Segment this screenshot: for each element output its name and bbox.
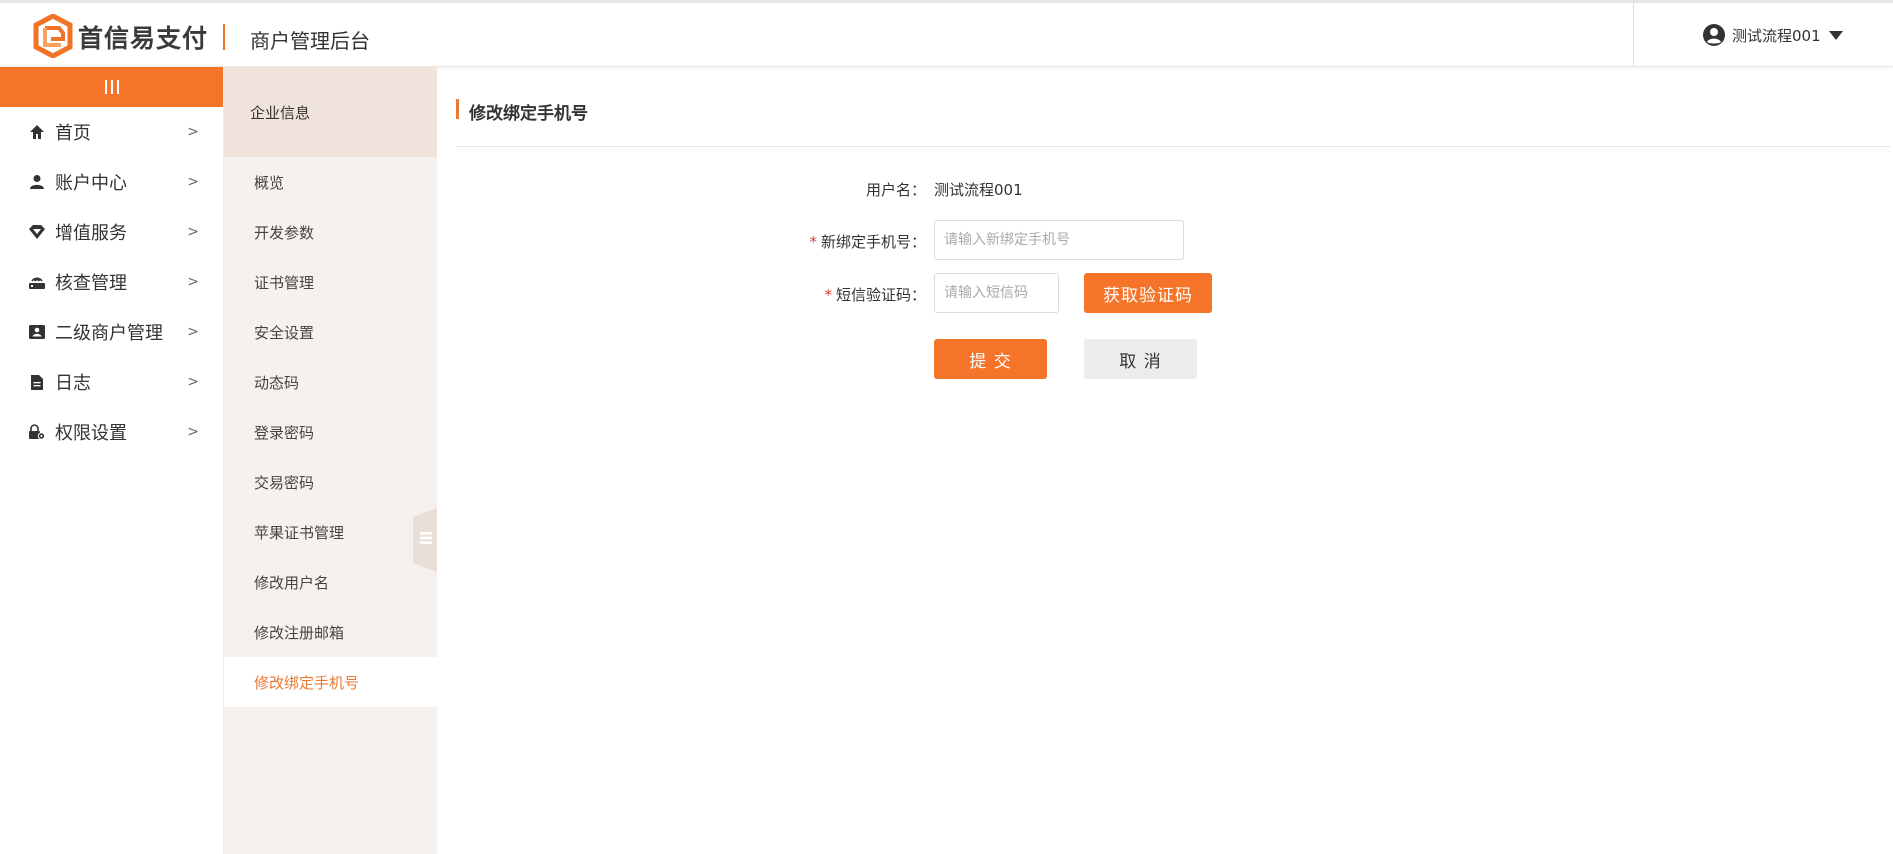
subnav-item-overview[interactable]: 概览 xyxy=(224,157,437,207)
router-icon xyxy=(28,273,46,291)
subnav-item-login-password[interactable]: 登录密码 xyxy=(224,407,437,457)
chevron-right-icon: > xyxy=(187,374,199,390)
brand-name: 首信易支付 xyxy=(78,24,209,53)
chevron-right-icon: > xyxy=(187,224,199,240)
submit-button[interactable]: 提 交 xyxy=(934,339,1047,379)
page-title: 修改绑定手机号 xyxy=(469,104,588,124)
sidebar-item-sub-merchant[interactable]: 二级商户管理 > xyxy=(0,307,223,357)
sidebar-item-label: 核查管理 xyxy=(55,273,127,294)
sidebar-item-label: 日志 xyxy=(55,373,91,394)
phone-label-text: 新绑定手机号： xyxy=(820,233,926,251)
brand-logo-icon xyxy=(33,14,73,58)
chevron-right-icon: > xyxy=(187,274,199,290)
diamond-icon xyxy=(28,223,46,241)
sidebar-item-label: 权限设置 xyxy=(55,423,127,444)
phone-label: * 新绑定手机号： xyxy=(780,231,926,252)
chevron-down-icon xyxy=(1828,30,1843,40)
subnav-item-apple-certificates[interactable]: 苹果证书管理 xyxy=(224,507,437,557)
sidebar-item-verification[interactable]: 核查管理 > xyxy=(0,257,223,307)
chevron-right-icon: > xyxy=(187,424,199,440)
header-divider xyxy=(1633,3,1634,67)
username-value: 测试流程001 xyxy=(934,181,1023,199)
subnav-item-trade-password[interactable]: 交易密码 xyxy=(224,457,437,507)
main-sidebar: 首页 > 账户中心 > 增值服务 > 核查管理 > 二级商户管理 > 日志 > xyxy=(0,67,224,854)
user-name: 测试流程001 xyxy=(1732,26,1821,45)
subnav-item-dynamic-code[interactable]: 动态码 xyxy=(224,357,437,407)
sidebar-item-account[interactable]: 账户中心 > xyxy=(0,157,223,207)
sidebar-item-logs[interactable]: 日志 > xyxy=(0,357,223,407)
chevron-right-icon: > xyxy=(187,124,199,140)
subnav-item-change-phone[interactable]: 修改绑定手机号 xyxy=(224,657,437,707)
required-mark: * xyxy=(809,233,817,251)
menu-bars-icon xyxy=(104,80,119,94)
subnav-collapse-handle[interactable] xyxy=(413,508,437,572)
file-icon xyxy=(28,373,46,391)
lock-gear-icon xyxy=(28,423,46,441)
sidebar-toggle-button[interactable] xyxy=(0,67,223,107)
home-icon xyxy=(28,123,46,141)
top-header: 首信易支付 商户管理后台 测试流程001 xyxy=(0,3,1893,67)
subnav-item-dev-params[interactable]: 开发参数 xyxy=(224,207,437,257)
title-accent-bar xyxy=(456,99,459,119)
required-mark: * xyxy=(824,286,832,304)
subnav-item-security[interactable]: 安全设置 xyxy=(224,307,437,357)
id-card-icon xyxy=(28,323,46,341)
sidebar-item-label: 增值服务 xyxy=(55,223,127,244)
app-title: 商户管理后台 xyxy=(250,29,370,53)
sms-label-text: 短信验证码： xyxy=(835,286,926,304)
cancel-button[interactable]: 取 消 xyxy=(1084,339,1197,379)
user-menu[interactable]: 测试流程001 xyxy=(1702,23,1843,47)
sms-code-input[interactable] xyxy=(934,273,1059,313)
subnav-heading: 企业信息 xyxy=(224,67,437,157)
title-divider xyxy=(456,146,1890,147)
sms-label: * 短信验证码： xyxy=(780,284,926,305)
user-icon xyxy=(28,173,46,191)
subnav-item-change-username[interactable]: 修改用户名 xyxy=(224,557,437,607)
sidebar-item-permissions[interactable]: 权限设置 > xyxy=(0,407,223,457)
subnav-item-certificates[interactable]: 证书管理 xyxy=(224,257,437,307)
list-collapse-icon xyxy=(420,530,432,550)
subnav-item-change-email[interactable]: 修改注册邮箱 xyxy=(224,607,437,657)
username-label: 用户名： xyxy=(865,181,926,199)
sidebar-item-label: 账户中心 xyxy=(55,173,127,194)
sidebar-item-home[interactable]: 首页 > xyxy=(0,107,223,157)
chevron-right-icon: > xyxy=(187,324,199,340)
get-code-button[interactable]: 获取验证码 xyxy=(1084,273,1212,313)
brand-separator xyxy=(223,24,225,50)
new-phone-input[interactable] xyxy=(934,220,1184,260)
sidebar-item-value-added[interactable]: 增值服务 > xyxy=(0,207,223,257)
sidebar-item-label: 首页 xyxy=(55,123,91,144)
chevron-right-icon: > xyxy=(187,174,199,190)
user-avatar-icon xyxy=(1703,24,1725,46)
sub-sidebar: 企业信息 概览 开发参数 证书管理 安全设置 动态码 登录密码 交易密码 苹果证… xyxy=(224,67,437,854)
sidebar-item-label: 二级商户管理 xyxy=(55,323,163,344)
